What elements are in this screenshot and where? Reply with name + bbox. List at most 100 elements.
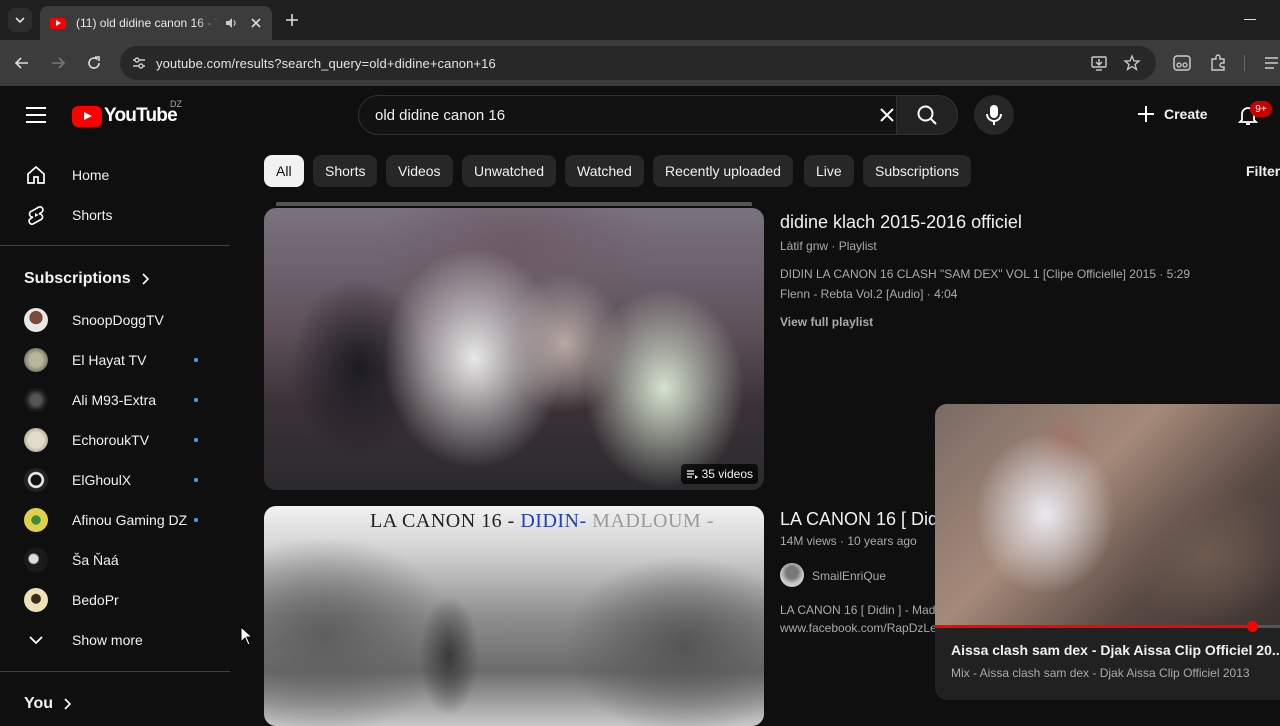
sidebar-channel[interactable]: ElGhoulX	[12, 460, 218, 500]
chevron-down-icon	[24, 628, 48, 652]
scrubber-handle[interactable]	[1247, 621, 1259, 632]
guide-menu-icon[interactable]	[26, 107, 46, 123]
reading-list-icon[interactable]	[1262, 53, 1280, 73]
chip-recently-uploaded[interactable]: Recently uploaded	[653, 155, 793, 187]
minimize-window-button[interactable]	[1244, 19, 1256, 20]
miniplayer-title[interactable]: Aissa clash sam dex - Djak Aissa Clip Of…	[951, 642, 1280, 658]
playlist-thumbnail[interactable]: 35 videos	[264, 208, 764, 490]
miniplayer[interactable]: Aissa clash sam dex - Djak Aissa Clip Of…	[935, 404, 1280, 700]
result-channel-meta[interactable]: Làtif gnw · Playlist	[780, 239, 877, 253]
incognito-icon[interactable]	[1172, 53, 1192, 73]
microphone-icon	[986, 105, 1002, 125]
install-app-icon[interactable]	[1090, 54, 1108, 72]
playlist-count: 35 videos	[701, 467, 753, 481]
result-title[interactable]: didine klach 2015-2016 officiel	[780, 212, 1022, 233]
sidebar-channel[interactable]: Afinou Gaming DZ	[12, 500, 218, 540]
site-info-button[interactable]	[128, 52, 150, 74]
search-box	[358, 95, 906, 135]
playlist-stack-edge	[276, 202, 752, 206]
sidebar-item-home[interactable]: Home	[12, 155, 218, 195]
chip-watched[interactable]: Watched	[565, 155, 644, 187]
sidebar-channel[interactable]: Ša Ňaá	[12, 540, 218, 580]
chip-live[interactable]: Live	[804, 155, 854, 187]
miniplayer-progress-bar[interactable]	[935, 625, 1280, 628]
channel-name: EchoroukTV	[72, 432, 150, 448]
sidebar-item-label: Shorts	[72, 207, 113, 223]
search-input[interactable]	[375, 106, 855, 124]
view-full-playlist-link[interactable]: View full playlist	[780, 315, 873, 329]
sidebar-item-shorts[interactable]: Shorts	[12, 195, 218, 235]
channel-name: Ali M93-Extra	[72, 392, 157, 408]
extensions-icon[interactable]	[1208, 53, 1228, 73]
reload-button[interactable]	[84, 53, 104, 73]
chip-subscriptions[interactable]: Subscriptions	[863, 155, 972, 187]
tab-search-button[interactable]	[8, 8, 32, 32]
home-icon	[24, 163, 48, 187]
playlist-count-badge: 35 videos	[680, 464, 758, 484]
playlist-item[interactable]: Flenn - Rebta Vol.2 [Audio] · 4:04	[780, 287, 957, 301]
voice-search-button[interactable]	[974, 95, 1014, 135]
sidebar-channel[interactable]: Ali M93-Extra	[12, 380, 218, 420]
you-heading[interactable]: You	[24, 695, 72, 713]
notification-count-badge: 9+	[1250, 101, 1272, 117]
youtube-logo[interactable]: YouTube	[72, 104, 178, 128]
avatar	[24, 308, 48, 332]
clear-search-icon[interactable]	[878, 106, 896, 124]
channel-name: Afinou Gaming DZ	[72, 512, 188, 528]
chip-all[interactable]: All	[264, 155, 304, 187]
new-content-dot	[194, 398, 198, 402]
new-content-dot	[194, 518, 198, 522]
close-tab-icon[interactable]	[250, 17, 262, 29]
video-thumbnail[interactable]: LA CANON 16 - DIDIN- MADLOUM -	[264, 506, 764, 726]
tab-title: (11) old didine canon 16 - YouTube	[76, 16, 218, 30]
create-button[interactable]: Create	[1124, 96, 1220, 132]
chevron-right-icon	[64, 698, 72, 710]
browser-toolbar: youtube.com/results?search_query=old+did…	[0, 40, 1280, 86]
avatar[interactable]	[780, 563, 804, 587]
browser-tab[interactable]: (11) old didine canon 16 - YouTube	[40, 6, 272, 40]
address-bar[interactable]: youtube.com/results?search_query=old+did…	[120, 46, 1156, 80]
channel-name: El Hayat TV	[72, 352, 147, 368]
filters-button[interactable]: Filter	[1246, 163, 1280, 179]
channel-name: SnoopDoggTV	[72, 312, 164, 328]
result-title[interactable]: LA CANON 16 [ Didi	[780, 509, 942, 530]
arrow-right-icon	[52, 57, 66, 69]
subscriptions-heading[interactable]: Subscriptions	[24, 270, 149, 288]
show-more-button[interactable]: Show more	[12, 620, 218, 660]
chevron-down-icon	[15, 17, 25, 23]
sidebar-channel[interactable]: SnoopDoggTV	[12, 300, 218, 340]
url-text: youtube.com/results?search_query=old+did…	[156, 55, 496, 71]
sidebar: Home Shorts Subscriptions SnoopDoggTV El…	[0, 144, 232, 720]
toolbar-divider	[1244, 55, 1245, 71]
forward-button[interactable]	[48, 53, 68, 73]
result-channel-name[interactable]: SmailEnriQue	[812, 569, 886, 583]
star-icon[interactable]	[1123, 54, 1141, 72]
sidebar-channel[interactable]: BedoPr	[12, 580, 218, 620]
miniplayer-video[interactable]	[935, 404, 1280, 626]
youtube-masthead: YouTube DZ Create	[0, 86, 1280, 144]
sidebar-channel[interactable]: El Hayat TV	[12, 340, 218, 380]
progress-fill	[935, 625, 1253, 628]
back-button[interactable]	[12, 53, 32, 73]
avatar	[24, 588, 48, 612]
sidebar-item-label: Home	[72, 167, 110, 183]
chip-shorts[interactable]: Shorts	[313, 155, 378, 187]
sidebar-divider	[0, 245, 230, 246]
miniplayer-subtitle: Mix - Aissa clash sam dex - Djak Aissa C…	[951, 666, 1250, 680]
chip-videos[interactable]: Videos	[386, 155, 453, 187]
chip-unwatched[interactable]: Unwatched	[462, 155, 557, 187]
search-button[interactable]	[896, 95, 958, 135]
create-label: Create	[1164, 106, 1208, 122]
youtube-play-icon	[72, 105, 102, 127]
new-tab-icon[interactable]	[284, 12, 300, 28]
sidebar-channel[interactable]: EchoroukTV	[12, 420, 218, 460]
playlist-item[interactable]: DIDIN LA CANON 16 CLASH "SAM DEX" VOL 1 …	[780, 267, 1190, 281]
mouse-cursor-icon	[240, 626, 254, 646]
avatar	[24, 428, 48, 452]
logo-text: YouTube	[104, 105, 178, 126]
shorts-icon	[24, 203, 48, 227]
speaker-icon[interactable]	[224, 16, 238, 30]
youtube-favicon-icon	[50, 17, 66, 29]
avatar	[24, 348, 48, 372]
show-more-label: Show more	[72, 632, 143, 648]
